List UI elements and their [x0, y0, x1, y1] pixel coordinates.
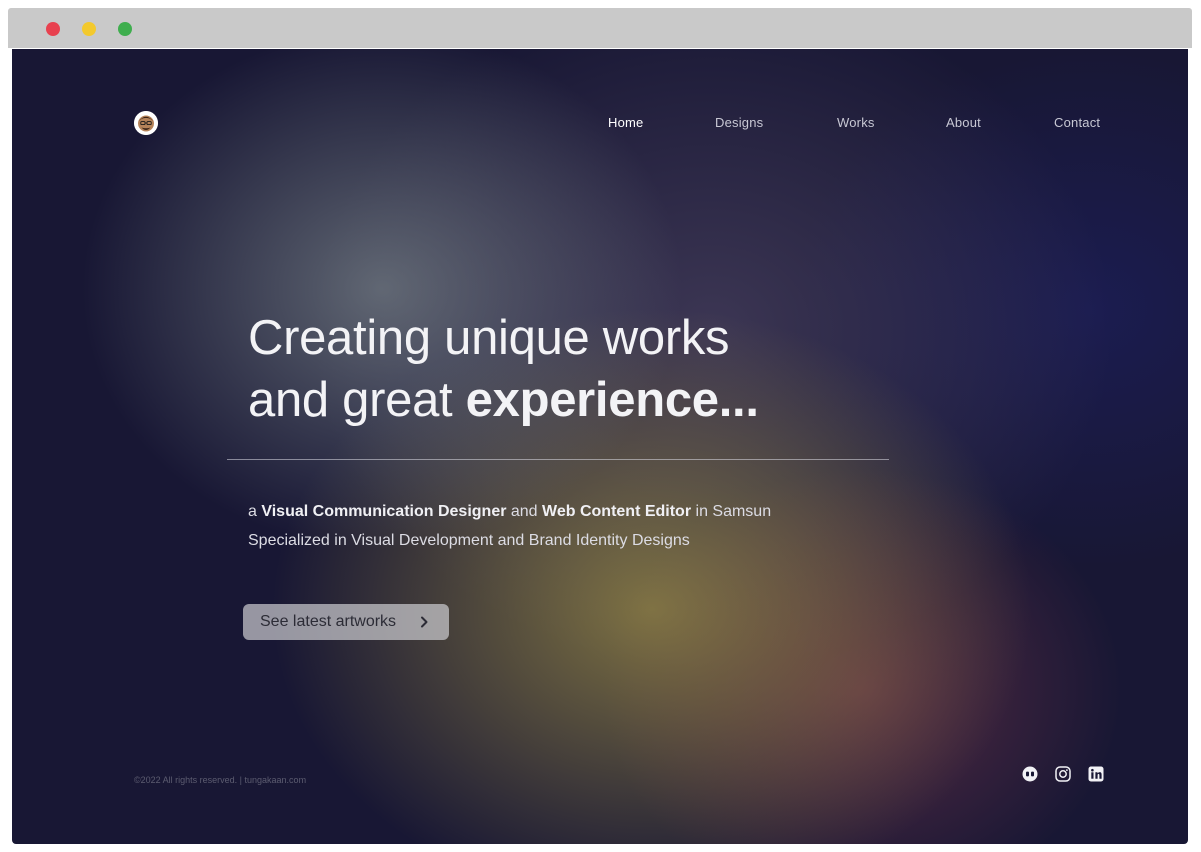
- intro-role-web-content: Web Content Editor: [542, 503, 692, 520]
- hero-intro: a Visual Communication Designer and Web …: [248, 497, 868, 555]
- minimize-window-button[interactable]: [82, 22, 96, 36]
- intro-specialization: Specialized in Visual Development and Br…: [248, 532, 690, 549]
- nav-contact[interactable]: Contact: [1054, 115, 1100, 130]
- intro-prefix: a: [248, 503, 262, 520]
- page-viewport: Home Designs Works About Contact Creatin…: [12, 49, 1188, 844]
- cta-label: See latest artworks: [260, 613, 397, 630]
- main-nav: Home Designs Works About Contact: [12, 115, 1188, 135]
- close-window-button[interactable]: [46, 22, 60, 36]
- instagram-icon[interactable]: [1054, 765, 1072, 783]
- headline-line-1: Creating unique works: [248, 311, 730, 365]
- nav-works[interactable]: Works: [837, 115, 875, 130]
- browser-window-titlebar: [8, 8, 1192, 48]
- hero-divider: [227, 459, 889, 460]
- see-latest-artworks-button[interactable]: See latest artworks: [243, 604, 449, 640]
- nav-home[interactable]: Home: [608, 115, 643, 130]
- intro-role-visual-communication: Visual Communication Designer: [261, 503, 507, 520]
- headline-line-2-bold: experience...: [465, 373, 759, 427]
- linkedin-icon[interactable]: [1087, 765, 1105, 783]
- dribbble-icon[interactable]: [1021, 765, 1039, 783]
- headline-line-2-prefix: and great: [248, 373, 466, 427]
- footer-copyright: ©2022 All rights reserved. | tungakaan.c…: [134, 775, 307, 785]
- nav-about[interactable]: About: [946, 115, 981, 130]
- maximize-window-button[interactable]: [118, 22, 132, 36]
- hero-headline: Creating unique works and great experien…: [248, 307, 888, 431]
- intro-and: and: [506, 503, 543, 520]
- chevron-right-icon: [421, 616, 428, 628]
- intro-location: in Samsun: [691, 503, 772, 520]
- nav-designs[interactable]: Designs: [715, 115, 763, 130]
